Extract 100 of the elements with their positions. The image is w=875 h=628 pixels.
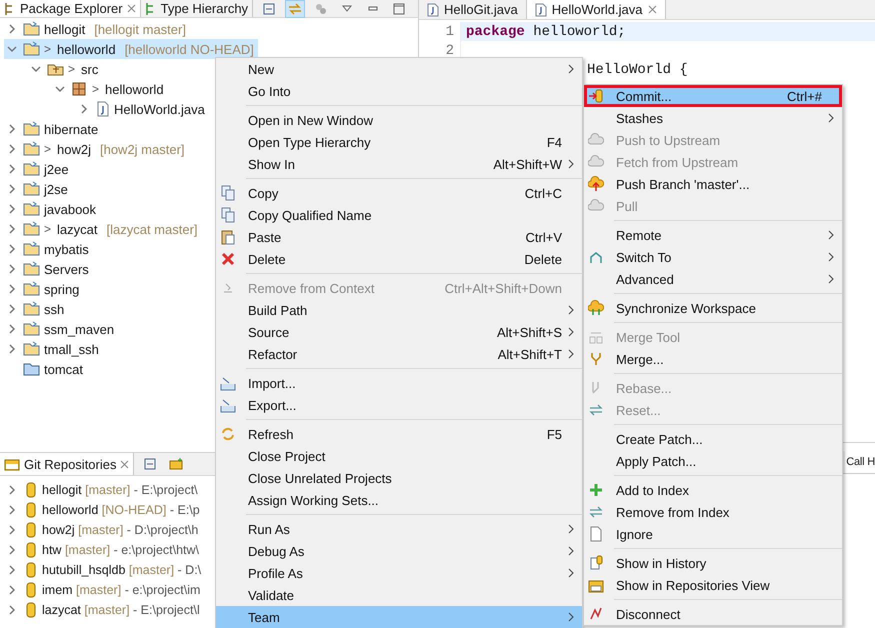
tree-item[interactable]: Servers	[4, 259, 93, 279]
menu-item[interactable]: Export...	[216, 394, 582, 416]
java-file-icon	[427, 2, 439, 16]
menu-item[interactable]: Assign Working Sets...	[216, 489, 582, 511]
tree-item[interactable]: > lazycat [lazycat master]	[4, 219, 202, 239]
repository-item[interactable]: how2j [master] - D:\project\h	[4, 520, 202, 540]
tree-item[interactable]: hibernate	[4, 119, 102, 139]
repository-item[interactable]: htw [master] - e:\project\htw\	[4, 540, 204, 560]
close-icon[interactable]	[648, 5, 656, 14]
close-icon[interactable]	[120, 460, 130, 468]
menu-item[interactable]: Stashes	[584, 107, 842, 129]
tree-item[interactable]: spring	[4, 279, 84, 299]
tree-item[interactable]: > src	[28, 59, 102, 79]
arrows-icon	[588, 402, 604, 418]
menu-item[interactable]: Show in History	[584, 552, 842, 574]
menu-item[interactable]: Delete Delete	[216, 248, 582, 270]
project-folder-icon	[23, 341, 41, 357]
menu-item[interactable]: Ignore	[584, 523, 842, 545]
menu-item[interactable]: Debug As	[216, 540, 582, 562]
menu-item[interactable]: Import...	[216, 372, 582, 394]
menu-item[interactable]: Profile As	[216, 562, 582, 584]
repository-item[interactable]: helloworld [NO-HEAD] - E:\p	[4, 500, 204, 520]
tree-item[interactable]: j2se	[4, 179, 72, 199]
menu-item[interactable]: Synchronize Workspace	[584, 297, 842, 319]
export-icon	[220, 397, 236, 413]
repository-label: helloworld [NO-HEAD] - E:\p	[42, 503, 200, 517]
changed-marker: >	[92, 82, 100, 96]
menu-item[interactable]: Push Branch 'master'...	[584, 173, 842, 195]
tree-item[interactable]: > helloworld	[52, 79, 168, 99]
tree-item[interactable]: tmall_ssh	[4, 339, 103, 359]
project-folder-icon	[23, 261, 41, 277]
menu-item[interactable]: Copy Qualified Name	[216, 204, 582, 226]
project-folder-icon	[23, 201, 41, 217]
view-tab[interactable]: Call H	[845, 451, 875, 473]
menu-item[interactable]: Build Path	[216, 299, 582, 321]
menu-item[interactable]: Run As	[216, 518, 582, 540]
item-label: hibernate	[44, 122, 98, 136]
tree-item[interactable]: > how2j [how2j master]	[4, 139, 189, 159]
menu-item[interactable]: Remove from Index	[584, 501, 842, 523]
menu-item[interactable]: Go Into	[216, 80, 582, 102]
editor-tab[interactable]: HelloWorld.java	[526, 0, 666, 19]
menu-item[interactable]: Close Unrelated Projects	[216, 467, 582, 489]
menu-item[interactable]: New	[216, 58, 582, 80]
two-arrows-icon	[288, 2, 302, 14]
tree-item[interactable]: > helloworld [helloworld NO-HEAD]	[4, 39, 258, 59]
menu-item[interactable]: Source Alt+Shift+S	[216, 321, 582, 343]
view-tab[interactable]: Git Repositories	[0, 453, 134, 475]
changed-marker: >	[44, 42, 52, 56]
view-tab[interactable]: Type Hierarchy	[140, 0, 254, 17]
menu-item[interactable]: Refactor Alt+Shift+T	[216, 343, 582, 365]
menu-item[interactable]: Switch To	[584, 246, 842, 268]
arrows-icon	[588, 504, 604, 520]
menu-item[interactable]: Open Type Hierarchy F4	[216, 131, 582, 153]
file-icon	[588, 526, 604, 542]
tree-item[interactable]: HelloWorld.java	[76, 99, 209, 119]
menu-item[interactable]: Refresh F5	[216, 423, 582, 445]
menu-item[interactable]: Create Patch...	[584, 428, 842, 450]
code-line: package helloworld;	[466, 24, 626, 40]
code-line: HelloWorld {	[587, 62, 688, 78]
menu-item[interactable]: Paste Ctrl+V	[216, 226, 582, 248]
refresh-icon	[220, 426, 236, 442]
git-decoration: [how2j master]	[100, 142, 185, 156]
copy-icon	[220, 185, 236, 201]
project-folder-icon	[23, 221, 41, 237]
tree-item[interactable]: mybatis	[4, 239, 93, 259]
menu-item[interactable]: Show in Repositories View	[584, 574, 842, 596]
tree-item[interactable]: tomcat	[4, 359, 88, 379]
git-folder-icon	[4, 457, 20, 471]
menu-item[interactable]: Merge...	[584, 348, 842, 370]
item-label: tomcat	[44, 362, 84, 376]
menu-item[interactable]: Open in New Window	[216, 109, 582, 131]
menu-item[interactable]: Validate	[216, 584, 582, 606]
link-editor-button[interactable]	[285, 0, 306, 18]
close-icon[interactable]	[126, 4, 136, 13]
plus-icon	[588, 482, 604, 498]
menu-item[interactable]: Team	[216, 606, 582, 628]
tree-item[interactable]: j2ee	[4, 159, 73, 179]
menu-item[interactable]: Show In Alt+Shift+W	[216, 153, 582, 175]
menu-item[interactable]: Copy Ctrl+C	[216, 182, 582, 204]
menu-item[interactable]: Disconnect	[584, 603, 842, 625]
tree-item[interactable]: hellogit [hellogit master]	[4, 19, 190, 39]
git-decoration: [hellogit master]	[94, 22, 186, 36]
tree-item[interactable]: javabook	[4, 199, 100, 219]
repository-item[interactable]: imem [master] - e:\project\im	[4, 580, 204, 600]
menu-item[interactable]: Close Project	[216, 445, 582, 467]
project-folder-icon	[23, 301, 41, 317]
menu-item[interactable]: Advanced	[584, 268, 842, 290]
view-tab[interactable]: Package Explorer	[0, 0, 141, 17]
menu-item[interactable]: Commit... Ctrl+#	[584, 85, 842, 107]
menu-item[interactable]: Add to Index	[584, 479, 842, 501]
repository-item[interactable]: lazycat [master] - E:\project\l	[4, 600, 204, 620]
item-label: lazycat	[57, 222, 98, 236]
menu-item[interactable]: Remote	[584, 224, 842, 246]
repository-label: how2j [master] - D:\project\h	[42, 523, 198, 537]
menu-item[interactable]: Apply Patch...	[584, 450, 842, 472]
cloud-upload-icon	[588, 176, 604, 192]
repository-item[interactable]: hellogit [master] - E:\project\	[4, 480, 202, 500]
tree-item[interactable]: ssm_maven	[4, 319, 118, 339]
repository-item[interactable]: hutubill_hsqldb [master] - D:\	[4, 560, 206, 580]
tree-item[interactable]: ssh	[4, 299, 68, 319]
